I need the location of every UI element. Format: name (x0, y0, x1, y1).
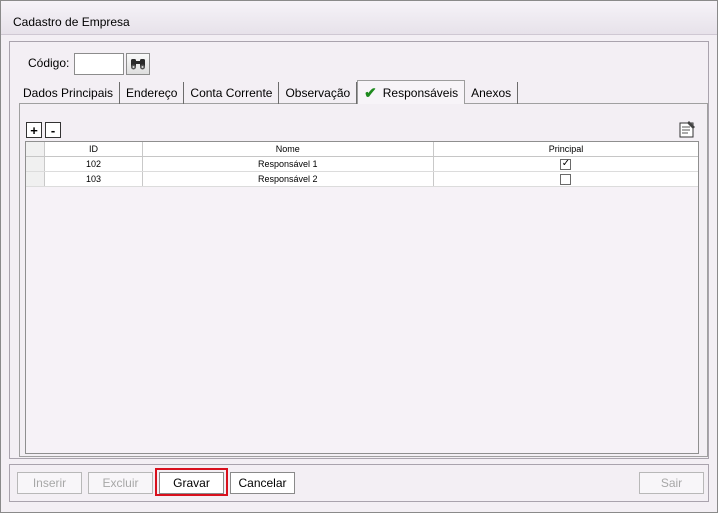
row-selector-header (26, 142, 46, 156)
column-header-id[interactable]: ID (45, 142, 143, 156)
codigo-label: Código: (28, 56, 70, 70)
title-bar: Cadastro de Empresa (1, 1, 717, 35)
cell-principal: ✓ (434, 157, 698, 171)
gravar-button[interactable]: Gravar (159, 472, 224, 494)
company-registration-window: Cadastro de Empresa Código: Dados Princi… (0, 0, 718, 513)
principal-checkbox[interactable]: ✓ (560, 158, 572, 170)
tab-anexos[interactable]: Anexos (465, 82, 519, 104)
binoculars-icon (131, 59, 145, 70)
sair-button[interactable]: Sair (639, 472, 704, 494)
search-button[interactable] (126, 53, 150, 75)
column-header-principal[interactable]: Principal (434, 142, 698, 156)
report-button[interactable] (678, 120, 697, 139)
tab-label: Responsáveis (382, 85, 459, 100)
checkmark-icon: ✔ (364, 84, 377, 102)
tab-label: Observação (285, 86, 351, 100)
table-row[interactable]: 103 Responsável 2 (26, 172, 698, 187)
row-selector[interactable] (26, 172, 46, 186)
cell-principal (434, 172, 698, 186)
tab-label: Conta Corrente (190, 86, 273, 100)
tab-responsaveis[interactable]: ✔ Responsáveis (357, 80, 466, 104)
grid-header: ID Nome Principal (26, 142, 698, 157)
excluir-button[interactable]: Excluir (88, 472, 153, 494)
cancelar-button[interactable]: Cancelar (230, 472, 295, 494)
cell-nome: Responsável 1 (143, 157, 434, 171)
table-row[interactable]: 102 Responsável 1 ✓ (26, 157, 698, 172)
tab-dados-principais[interactable]: Dados Principais (19, 82, 121, 104)
tab-bar: Dados Principais Endereço Conta Corrente… (19, 80, 519, 104)
add-row-button[interactable]: + (26, 122, 42, 138)
column-header-nome[interactable]: Nome (143, 142, 434, 156)
tab-conta-corrente[interactable]: Conta Corrente (184, 82, 280, 104)
remove-row-button[interactable]: - (45, 122, 61, 138)
tab-label: Dados Principais (23, 86, 114, 100)
row-selector[interactable] (26, 157, 46, 171)
cell-id: 102 (45, 157, 143, 171)
tab-label: Endereço (126, 86, 178, 100)
tab-observacao[interactable]: Observação (279, 82, 358, 104)
report-icon (679, 121, 695, 138)
tab-endereco[interactable]: Endereço (120, 82, 185, 104)
cell-nome: Responsável 2 (143, 172, 434, 186)
window-title: Cadastro de Empresa (13, 15, 130, 29)
tab-label: Anexos (471, 86, 512, 100)
responsaveis-grid: ID Nome Principal 102 Responsável 1 ✓ 10… (25, 141, 699, 454)
inserir-button[interactable]: Inserir (17, 472, 82, 494)
cell-id: 103 (45, 172, 143, 186)
codigo-input[interactable] (74, 53, 124, 75)
principal-checkbox[interactable] (560, 173, 572, 185)
